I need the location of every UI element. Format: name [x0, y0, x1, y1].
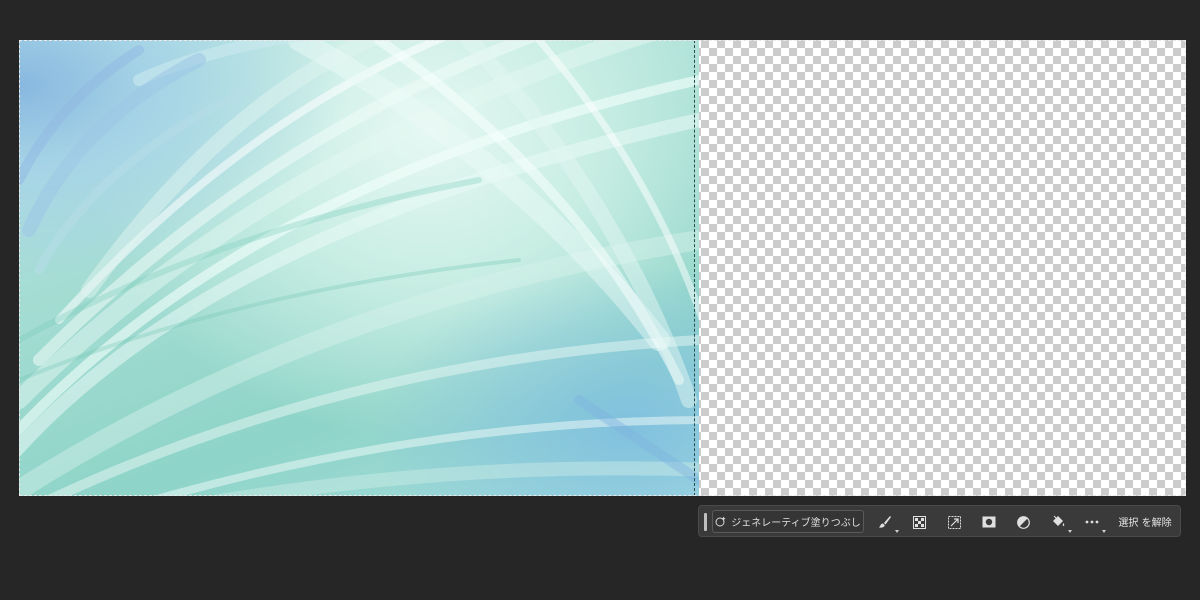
- more-options-button[interactable]: [1081, 511, 1106, 533]
- layer-mask-button[interactable]: [978, 511, 1000, 533]
- chevron-down-icon: [895, 530, 899, 533]
- contextual-taskbar: ジェネレーティブ塗りつぶし 選択 を解除: [698, 505, 1181, 537]
- document-canvas[interactable]: [19, 40, 1186, 496]
- adjustment-layer-button[interactable]: [1012, 511, 1034, 533]
- transparent-area: [693, 40, 1186, 496]
- taskbar-drag-handle[interactable]: [704, 513, 707, 531]
- generative-fill-icon: [715, 516, 726, 527]
- brush-modify-icon: [879, 516, 891, 528]
- select-subject-icon: [912, 515, 926, 529]
- chevron-down-icon: [1102, 530, 1106, 533]
- generative-fill-label: ジェネレーティブ塗りつぶし: [731, 518, 861, 529]
- generative-fill-button[interactable]: ジェネレーティブ塗りつぶし: [712, 510, 864, 533]
- layer-mask-icon: [982, 516, 996, 528]
- chevron-down-icon: [1068, 530, 1072, 533]
- modify-selection-button[interactable]: [874, 511, 899, 533]
- paint-strokes-image: [19, 40, 699, 496]
- more-options-icon: [1085, 520, 1099, 524]
- paint-bucket-icon: [1053, 515, 1065, 526]
- deselect-button[interactable]: 選択 を解除: [1115, 510, 1175, 533]
- transform-selection-icon: [947, 515, 961, 529]
- selection-edge: [694, 40, 695, 496]
- transform-selection-button[interactable]: [943, 511, 965, 533]
- fill-selection-button[interactable]: [1047, 511, 1072, 533]
- adjustment-layer-icon: [1016, 515, 1030, 529]
- select-subject-button[interactable]: [908, 511, 930, 533]
